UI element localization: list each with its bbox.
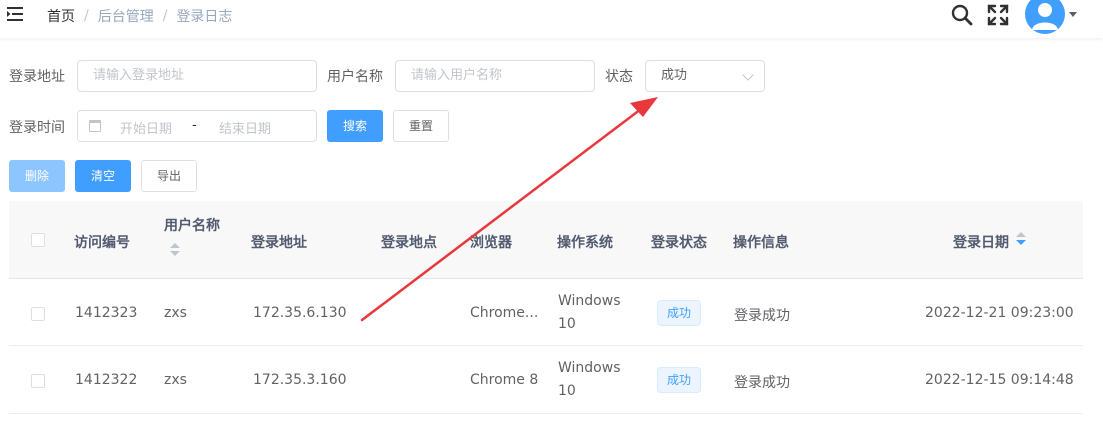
start-date-input[interactable]: 开始日期 <box>120 118 172 137</box>
column-header-os: 操作系统 <box>557 235 613 251</box>
breadcrumb-item-admin[interactable]: 后台管理 <box>98 6 154 26</box>
breadcrumb-separator: / <box>162 8 168 24</box>
search-button[interactable]: 搜索 <box>327 110 383 142</box>
status-tag: 成功 <box>657 300 702 326</box>
username-input[interactable]: 请输入用户名称 <box>395 60 595 92</box>
sort-descending-icon[interactable] <box>1016 240 1026 245</box>
cell-os-line1: Windows <box>558 360 621 376</box>
chevron-down-icon <box>742 69 754 81</box>
end-date-input[interactable]: 结束日期 <box>219 118 271 137</box>
ipaddr-input[interactable]: 请输入登录地址 <box>77 60 317 92</box>
table-row: 1412322 zxs 172.35.3.160 Chrome 8 Window… <box>9 347 1083 414</box>
cell-os-line2: 10 <box>558 383 576 399</box>
cell-login-time: 2022-12-21 09:23:00 <box>925 305 1074 321</box>
column-header-user-name[interactable]: 用户名称 <box>164 215 220 235</box>
login-time-label: 登录时间 <box>9 120 65 136</box>
cell-login-time: 2022-12-15 09:14:48 <box>925 372 1074 388</box>
cell-os-line1: Windows <box>558 293 621 309</box>
fullscreen-icon[interactable] <box>987 4 1009 26</box>
breadcrumb-item-current: 登录日志 <box>176 9 233 25</box>
breadcrumb-separator: / <box>84 8 89 24</box>
cell-os-line2: 10 <box>558 316 576 332</box>
ipaddr-label: 登录地址 <box>9 69 65 85</box>
calendar-icon <box>89 120 101 132</box>
cell-ipaddr: 172.35.3.160 <box>253 372 347 388</box>
column-header-info-id: 访问编号 <box>74 235 130 251</box>
table-header: 访问编号 用户名称 登录地址 登录地点 浏览器 操作系统 登录状态 操作信息 登… <box>9 201 1083 279</box>
cell-info-id: 1412322 <box>75 372 138 388</box>
caret-down-icon[interactable] <box>1069 12 1077 17</box>
date-range-separator: - <box>192 118 197 133</box>
user-icon <box>1032 3 1058 30</box>
table-row: 1412323 zxs 172.35.6.130 Chrome... Windo… <box>9 279 1083 346</box>
status-tag: 成功 <box>657 367 702 393</box>
status-select-value: 成功 <box>661 68 688 83</box>
row-checkbox[interactable] <box>31 307 45 321</box>
export-button[interactable]: 导出 <box>141 160 197 192</box>
column-header-login-time[interactable]: 登录日期 <box>953 232 1009 252</box>
cell-info-id: 1412323 <box>75 305 138 321</box>
breadcrumb: 首页 / 后台管理 / 登录日志 <box>47 6 232 26</box>
sort-ascending-icon[interactable] <box>170 243 180 248</box>
clean-button[interactable]: 清空 <box>75 160 131 192</box>
status-select[interactable]: 成功 <box>645 60 765 92</box>
breadcrumb-item-home[interactable]: 首页 <box>47 6 75 26</box>
user-avatar[interactable] <box>1025 0 1065 34</box>
sort-ascending-icon[interactable] <box>1016 232 1026 237</box>
cell-msg: 登录成功 <box>734 375 790 391</box>
search-icon[interactable] <box>951 4 973 26</box>
column-header-status: 登录状态 <box>651 235 707 251</box>
cell-msg: 登录成功 <box>734 308 790 324</box>
select-all-checkbox[interactable] <box>31 233 45 247</box>
navbar: 首页 / 后台管理 / 登录日志 <box>0 0 1103 38</box>
cell-ipaddr: 172.35.6.130 <box>253 305 347 321</box>
hamburger-icon[interactable] <box>6 5 24 23</box>
cell-browser: Chrome... <box>470 305 539 321</box>
column-header-ipaddr: 登录地址 <box>251 235 307 251</box>
column-header-location: 登录地点 <box>381 235 437 251</box>
username-label: 用户名称 <box>327 69 383 85</box>
row-checkbox[interactable] <box>31 374 45 388</box>
status-label: 状态 <box>605 69 633 85</box>
cell-user-name: zxs <box>164 305 187 321</box>
delete-button[interactable]: 删除 <box>9 160 65 192</box>
date-range-picker[interactable]: 开始日期 - 结束日期 <box>77 110 317 142</box>
cell-browser: Chrome 8 <box>470 372 539 388</box>
cell-user-name: zxs <box>164 372 187 388</box>
sort-descending-icon[interactable] <box>170 251 180 256</box>
annotation-arrow-head <box>630 97 658 117</box>
column-header-msg: 操作信息 <box>733 235 789 251</box>
column-header-browser: 浏览器 <box>470 235 512 251</box>
reset-button[interactable]: 重置 <box>393 110 449 142</box>
